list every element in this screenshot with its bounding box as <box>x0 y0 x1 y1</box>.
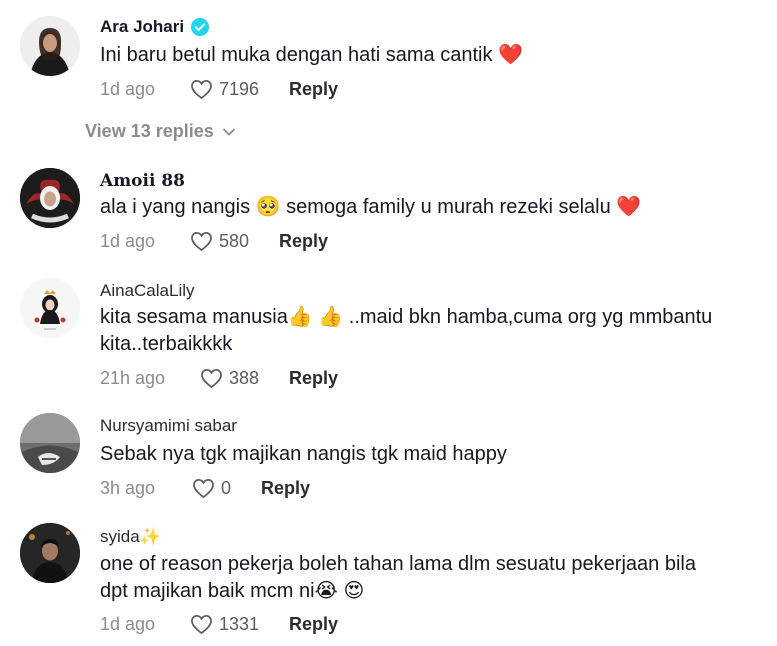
chevron-down-icon <box>222 128 235 136</box>
comment-text: one of reason pekerja boleh tahan lama d… <box>100 553 696 602</box>
comment-username[interactable]: syida✨ <box>100 527 161 547</box>
avatar[interactable] <box>20 523 80 583</box>
like-button[interactable]: 388 <box>200 368 259 389</box>
like-count: 7196 <box>219 79 260 99</box>
reply-button[interactable]: Reply <box>289 368 338 389</box>
like-button[interactable]: 0 <box>192 478 231 499</box>
comment-time: 1d ago <box>100 79 156 99</box>
comment-text: ala i yang nangis 🥺 semoga family u mura… <box>100 196 642 218</box>
verified-badge-icon <box>191 18 210 36</box>
heart-outline-icon <box>191 615 212 635</box>
reply-button[interactable]: Reply <box>261 478 310 499</box>
comment-text: Ini baru betul muka dengan hati sama can… <box>100 44 523 66</box>
like-count: 580 <box>219 231 250 251</box>
heart-outline-icon <box>193 479 214 499</box>
avatar[interactable] <box>20 278 80 338</box>
comment-time: 1d ago <box>100 231 156 251</box>
reply-button[interactable]: Reply <box>289 79 338 100</box>
avatar[interactable] <box>20 413 80 473</box>
comment-time: 1d ago <box>100 614 156 634</box>
comment-time: 21h ago <box>100 368 166 388</box>
comment-list: Ara Johari Ini baru betul muka dengan ha… <box>0 0 777 646</box>
comment-time: 3h ago <box>100 478 156 498</box>
heart-outline-icon <box>191 232 212 252</box>
like-count: 1331 <box>219 614 260 634</box>
comment-meta: 21h ago 388 Reply <box>100 368 338 389</box>
like-count: 388 <box>229 368 260 388</box>
view-replies-button[interactable]: View 13 replies <box>85 121 236 142</box>
heart-outline-icon <box>201 369 222 389</box>
like-button[interactable]: 1331 <box>190 614 259 635</box>
comment-meta: 1d ago 1331 Reply <box>100 614 338 635</box>
heart-outline-icon <box>191 80 212 100</box>
comment-meta: 1d ago 7196 Reply <box>100 79 338 100</box>
comment-username[interactable]: Nursyamimi sabar <box>100 416 237 436</box>
comment-text: Sebak nya tgk majikan nangis tgk maid ha… <box>100 443 507 465</box>
reply-button[interactable]: Reply <box>279 231 328 252</box>
reply-button[interactable]: Reply <box>289 614 338 635</box>
comment-username[interactable]: Amoii 88 <box>100 171 185 191</box>
comment-meta: 1d ago 580 Reply <box>100 231 328 252</box>
avatar[interactable] <box>20 16 80 76</box>
like-button[interactable]: 580 <box>190 231 249 252</box>
comment-text: kita sesama manusia👍 👍 ..maid bkn hamba,… <box>100 306 713 355</box>
like-button[interactable]: 7196 <box>190 79 259 100</box>
like-count: 0 <box>221 478 232 498</box>
comment-username[interactable]: AinaCalaLily <box>100 281 195 301</box>
comment-meta: 3h ago 0 Reply <box>100 478 310 499</box>
avatar[interactable] <box>20 168 80 228</box>
comment-username[interactable]: Ara Johari <box>100 17 210 37</box>
